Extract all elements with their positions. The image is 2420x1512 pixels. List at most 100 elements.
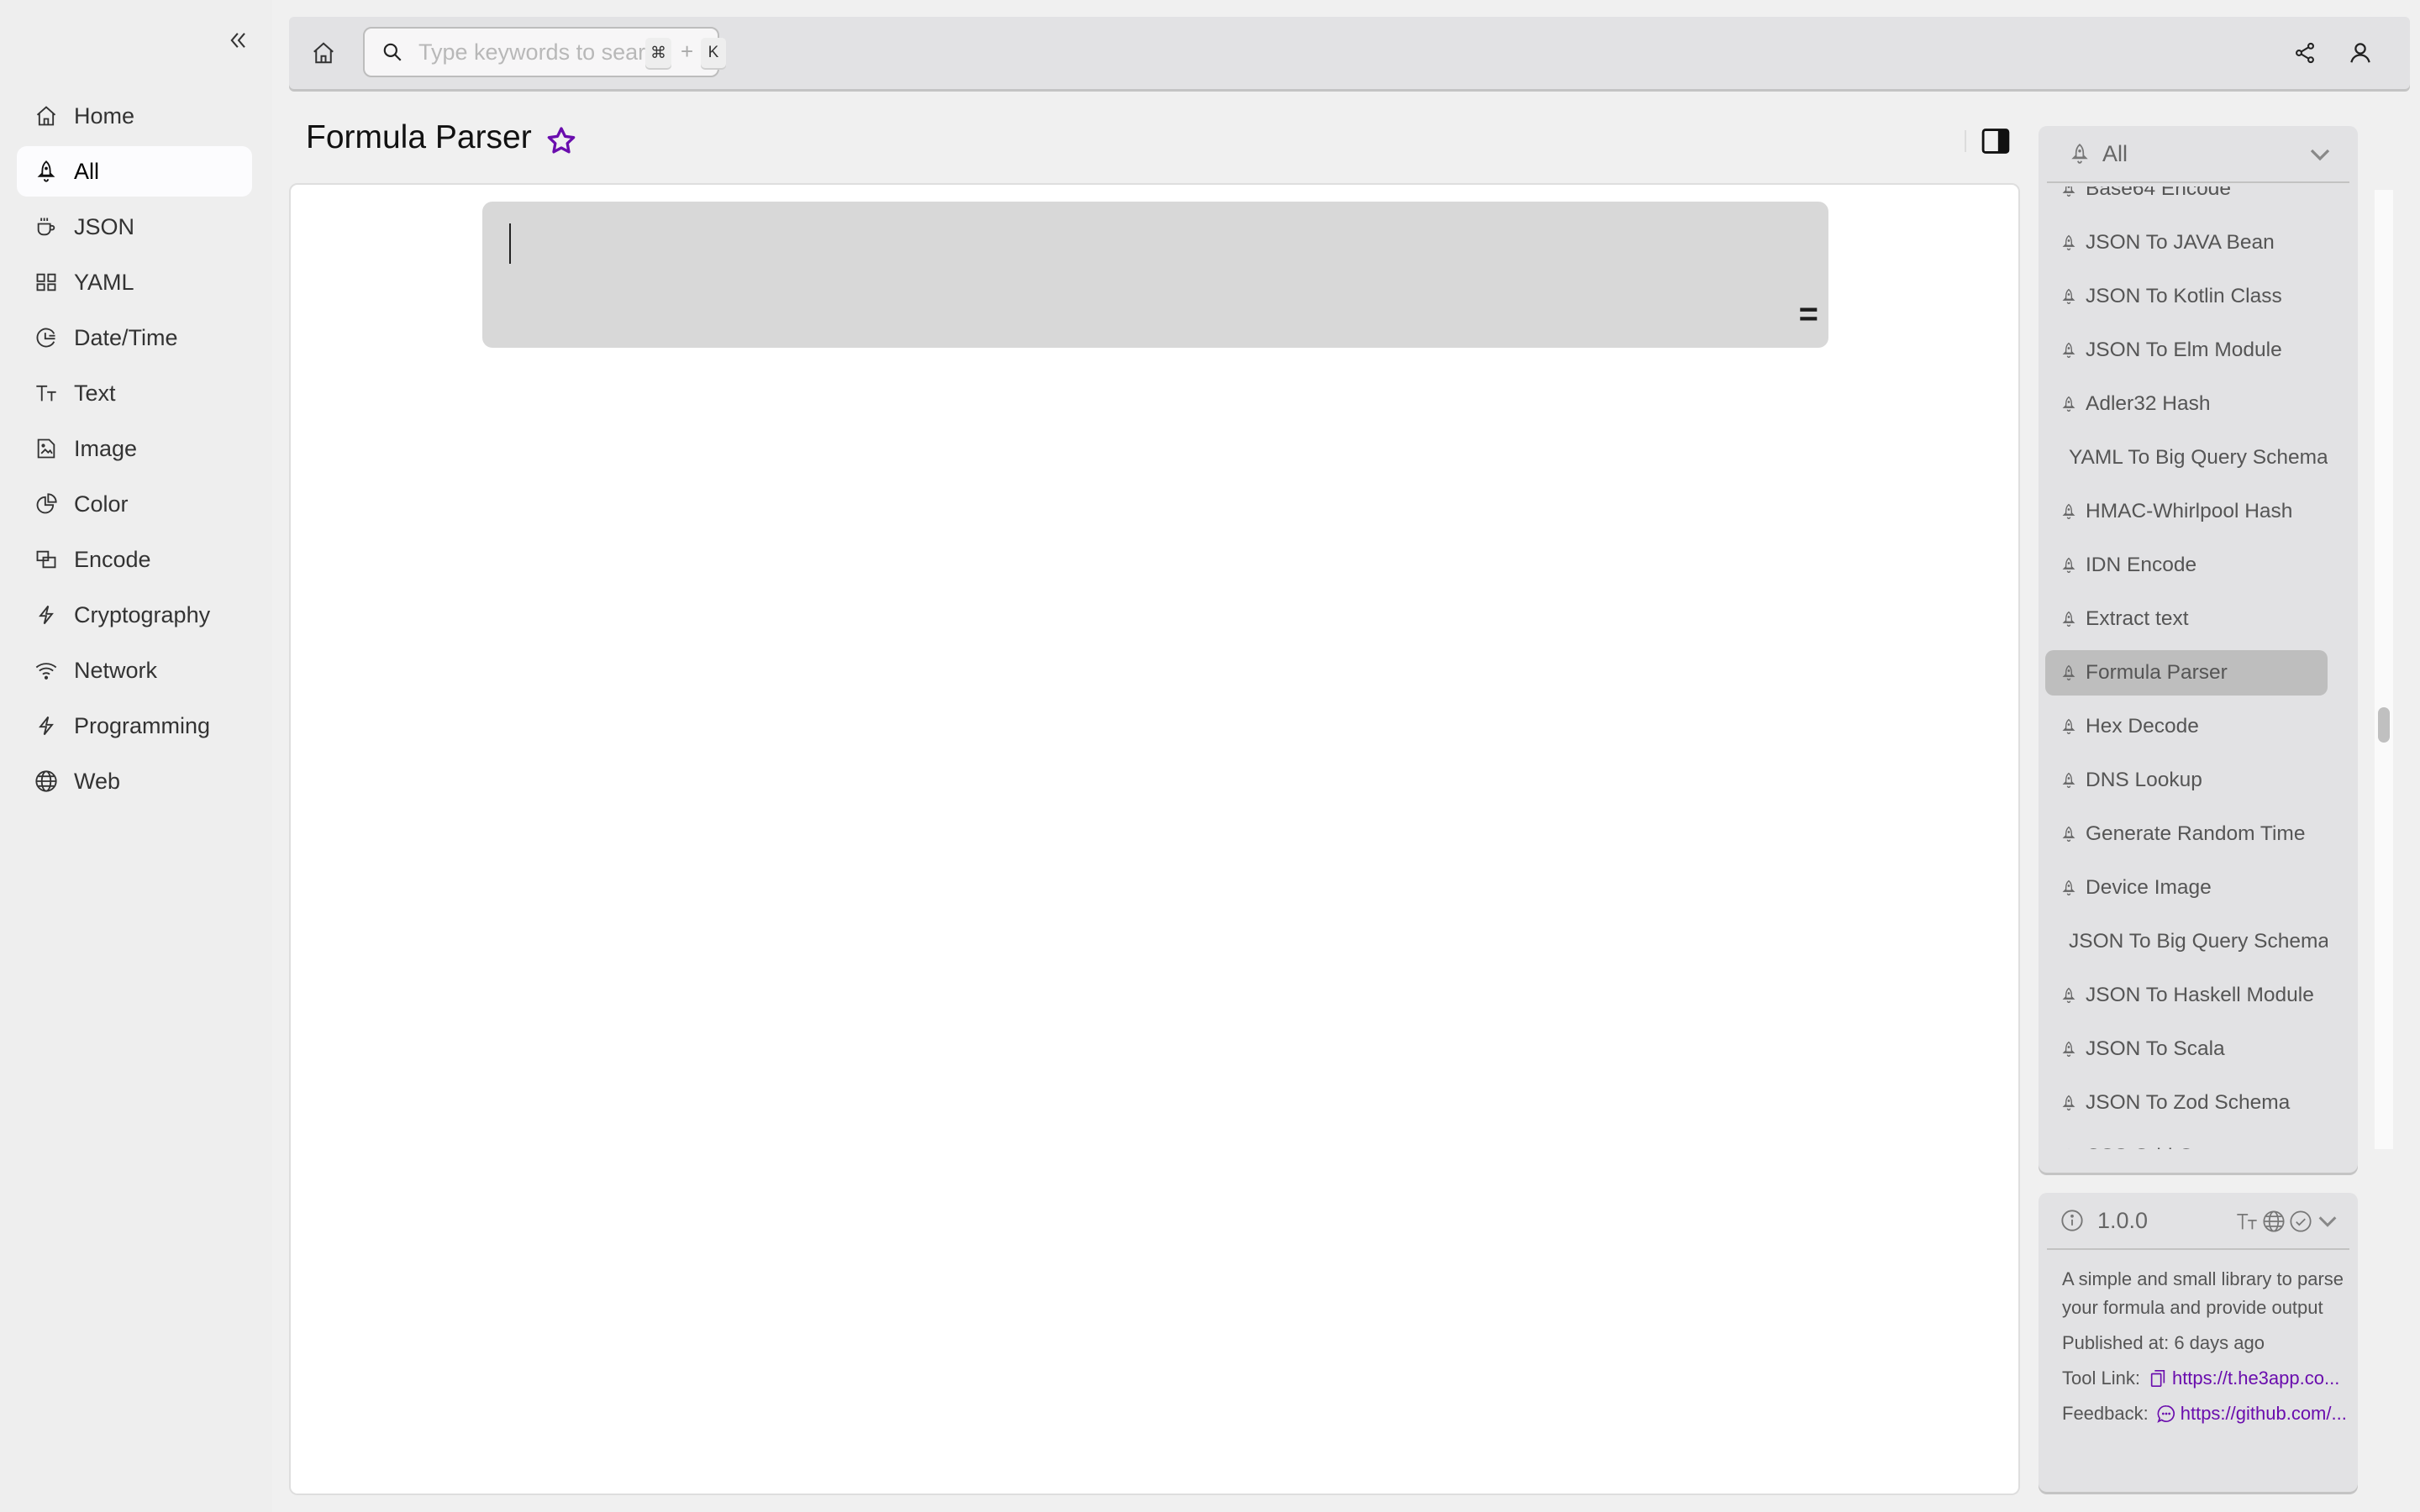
sidebar-item-icon	[34, 325, 59, 350]
tool-list-item[interactable]: JSON To Kotlin Class	[2045, 274, 2328, 319]
divider	[1965, 130, 1966, 152]
formula-editor[interactable]: =	[482, 202, 1828, 348]
bolt-icon	[39, 605, 54, 625]
tool-list-item-label: DNS Lookup	[2086, 769, 2202, 791]
tool-list-item[interactable]: JSON To Elm Module	[2045, 328, 2328, 373]
rocket-icon	[2062, 288, 2075, 305]
sidebar-item-web[interactable]: Web	[17, 756, 252, 806]
tool-list-item[interactable]: Extract text	[2045, 596, 2328, 642]
tool-list-item-label: Extract text	[2086, 607, 2189, 630]
tool-link-row: Tool Link: https://t.he3app.co...	[2062, 1364, 2358, 1393]
sidebar-item-encode[interactable]: Encode	[17, 534, 252, 585]
search-icon	[383, 43, 402, 61]
sidebar-item-color[interactable]: Color	[17, 479, 252, 529]
formula-input[interactable]	[506, 218, 1766, 269]
rocket-icon	[2062, 342, 2075, 359]
sidebar-item-cryptography[interactable]: Cryptography	[17, 590, 252, 640]
tool-list-item[interactable]: Device Image	[2045, 865, 2328, 911]
tool-link-url[interactable]: https://t.he3app.co...	[2172, 1364, 2339, 1393]
tool-list-item[interactable]: Base64 Encode	[2045, 186, 2328, 212]
tool-list-item[interactable]: HMAC-Whirlpool Hash	[2045, 489, 2328, 534]
chevron-down-icon[interactable]	[2316, 1210, 2339, 1233]
sidebar-item-programming[interactable]: Programming	[17, 701, 252, 751]
sidebar-item-network[interactable]: Network	[17, 645, 252, 696]
feedback-label: Feedback:	[2062, 1403, 2149, 1424]
rocket-icon	[2062, 1041, 2075, 1058]
tool-list-item[interactable]: DNS Lookup	[2045, 758, 2328, 803]
sidebar-item-icon	[34, 547, 59, 572]
sidebar-item-all[interactable]: All	[17, 146, 252, 197]
tool-list-item[interactable]: JSON To JAVA Bean	[2045, 220, 2328, 265]
sidebar-item-yaml[interactable]: YAML	[17, 257, 252, 307]
tool-link[interactable]: https://t.he3app.co...	[2149, 1364, 2339, 1393]
tool-list-item[interactable]: YAML To Big Query Schema	[2045, 435, 2328, 480]
scrollbar-thumb[interactable]	[2378, 707, 2390, 743]
tool-list-item-label: HMAC-Whirlpool Hash	[2086, 500, 2293, 522]
sidebar-item-image[interactable]: Image	[17, 423, 252, 474]
tool-list-item-label: JSON To Haskell Module	[2086, 984, 2314, 1006]
equals-sign: =	[1798, 296, 1818, 333]
user-account-button[interactable]	[2344, 37, 2376, 69]
tool-list-item[interactable]: IDN Encode	[2045, 543, 2328, 588]
sidebar-item-icon	[34, 381, 59, 406]
pie-chart-icon	[36, 493, 57, 514]
sidebar-item-label: Programming	[74, 712, 211, 738]
published-row: Published at: 6 days ago	[2062, 1329, 2358, 1357]
sidebar-item-icon	[34, 713, 59, 738]
double-chevron-left-icon	[230, 33, 245, 48]
share-button[interactable]	[2289, 37, 2321, 69]
tool-list-item[interactable]: JSON To Big Query Schema	[2045, 919, 2328, 964]
rocket-icon	[2062, 557, 2075, 574]
shortcut-cmd-key: ⌘	[645, 38, 671, 68]
sidebar-item-label: All	[74, 158, 100, 184]
tool-list-item[interactable]: Adler32 Hash	[2045, 381, 2328, 427]
sidebar-nav: Home All JSON YAML Date/Time Text Image Color En…	[17, 91, 252, 811]
search-bar[interactable]: ⌘ + K	[363, 27, 726, 77]
tool-list-item-label: Hex Decode	[2086, 715, 2199, 738]
globe-icon[interactable]	[2262, 1210, 2286, 1233]
tool-list-item-label: JSON To Kotlin Class	[2086, 285, 2282, 307]
rocket-icon	[2062, 611, 2075, 627]
text-size-icon[interactable]	[2235, 1210, 2259, 1233]
feedback-row: Feedback: https://github.com/...	[2062, 1399, 2358, 1428]
sidebar-item-home[interactable]: Home	[17, 91, 252, 141]
tools-panel: All Base64 Encode JSON To JAVA Bean JSON T…	[2039, 126, 2358, 1173]
copy-icon	[2150, 1370, 2165, 1387]
toggle-right-panel-icon[interactable]	[1981, 128, 2010, 155]
rocket-icon	[2062, 879, 2075, 896]
tool-list-item[interactable]: Hex Decode	[2045, 704, 2328, 749]
info-header: 1.0.0	[2047, 1193, 2349, 1250]
sidebar-item-icon	[34, 658, 59, 683]
home-icon	[36, 106, 56, 126]
tool-link-label: Tool Link:	[2062, 1368, 2140, 1389]
collapse-sidebar-button[interactable]	[222, 24, 255, 57]
feedback-link[interactable]: https://github.com/...	[2157, 1399, 2347, 1428]
sidebar-item-date-time[interactable]: Date/Time	[17, 312, 252, 363]
sidebar-item-label: YAML	[74, 269, 134, 295]
page-title: Formula Parser	[306, 119, 532, 155]
tool-list-item[interactable]: Generate Random Time	[2045, 811, 2328, 857]
sidebar-item-label: Cryptography	[74, 601, 211, 627]
rocket-icon	[2062, 396, 2075, 412]
sidebar-item-text[interactable]: Text	[17, 368, 252, 418]
rocket-icon	[2062, 664, 2075, 681]
favorite-star-icon[interactable]	[544, 124, 578, 158]
home-button[interactable]	[308, 37, 339, 69]
tool-list-item[interactable]: JSON To Haskell Module	[2045, 973, 2328, 1018]
tool-list[interactable]: Base64 Encode JSON To JAVA Bean JSON To Ko…	[2045, 186, 2328, 1149]
tool-list-item-label: Generate Random Time	[2086, 822, 2306, 845]
category-select[interactable]: All	[2047, 126, 2349, 183]
tool-list-item[interactable]: CSS Grid Generator	[2045, 1134, 2328, 1149]
user-icon	[2350, 43, 2370, 63]
text-caret	[509, 223, 511, 264]
search-input[interactable]	[418, 39, 671, 66]
feedback-url[interactable]: https://github.com/...	[2181, 1399, 2347, 1428]
sidebar-item-json[interactable]: JSON	[17, 202, 252, 252]
rocket-icon	[2062, 234, 2075, 251]
tool-list-scrollbar[interactable]	[2375, 190, 2393, 1149]
check-circle-icon[interactable]	[2289, 1210, 2312, 1233]
tool-list-item[interactable]: JSON To Scala	[2045, 1026, 2328, 1072]
tool-list-item[interactable]: JSON To Zod Schema	[2045, 1080, 2328, 1126]
rocket-icon	[2062, 503, 2075, 520]
tool-list-item[interactable]: Formula Parser	[2045, 650, 2328, 696]
